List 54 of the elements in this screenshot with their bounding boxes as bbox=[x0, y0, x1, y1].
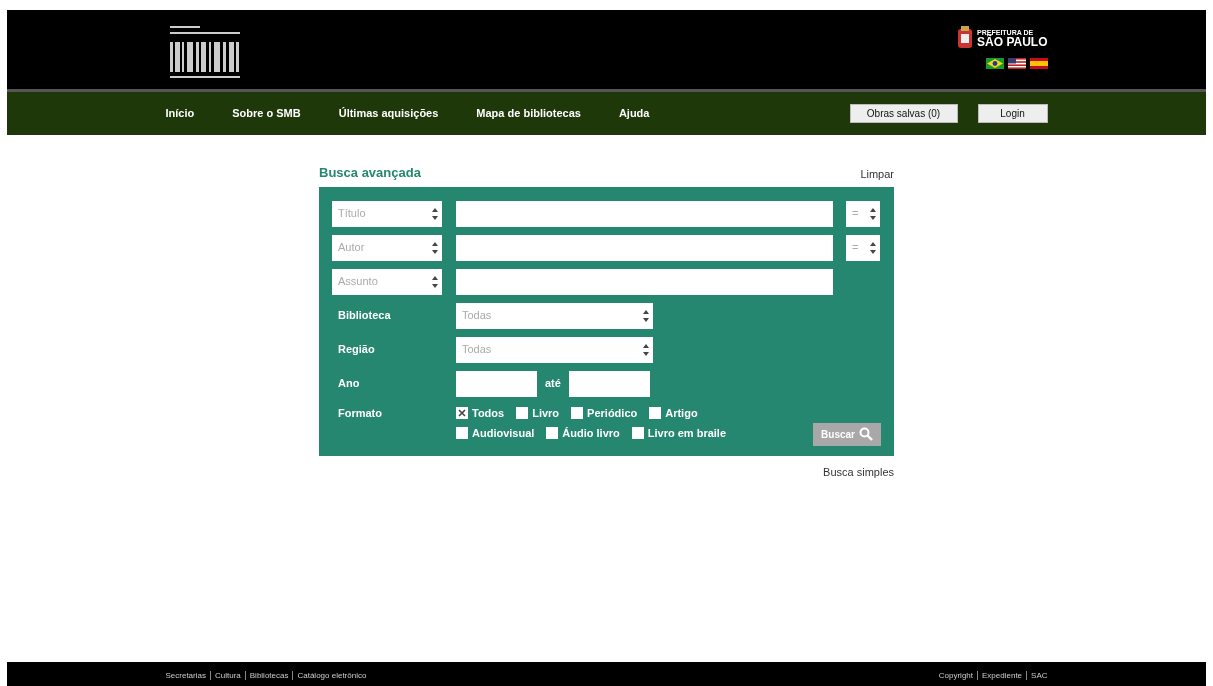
search-input[interactable] bbox=[456, 234, 833, 261]
nav-link[interactable]: Sobre o SMB bbox=[232, 105, 301, 122]
checkbox[interactable] bbox=[516, 406, 529, 419]
nav-link[interactable]: Últimas aquisições bbox=[338, 105, 439, 122]
up-down-arrows-icon bbox=[643, 342, 649, 357]
checkbox[interactable] bbox=[631, 427, 644, 440]
nav-link[interactable]: Mapa de bibliotecas bbox=[476, 105, 581, 122]
nav-link[interactable]: Ajuda bbox=[618, 105, 650, 122]
footer-link[interactable]: SAC bbox=[1026, 670, 1048, 680]
search-input[interactable] bbox=[456, 200, 833, 227]
checkbox[interactable] bbox=[571, 406, 584, 419]
up-down-arrows-icon bbox=[432, 274, 438, 289]
login-button[interactable]: Login bbox=[977, 104, 1048, 123]
usa-flag-icon[interactable] bbox=[1007, 58, 1026, 69]
up-down-arrows-icon bbox=[870, 240, 876, 255]
up-down-arrows-icon bbox=[643, 308, 649, 323]
checkbox[interactable] bbox=[456, 406, 468, 419]
up-down-arrows-icon bbox=[432, 240, 438, 255]
up-down-arrows-icon bbox=[870, 206, 876, 221]
year-separator: até bbox=[545, 376, 561, 392]
footer-link[interactable]: Secretarias bbox=[165, 670, 206, 680]
checkbox-label: Todos bbox=[472, 405, 505, 421]
checkbox-label: Artigo bbox=[665, 405, 698, 421]
footer-link[interactable]: Bibliotecas bbox=[244, 670, 289, 680]
year-label: Ano bbox=[337, 376, 361, 392]
checkbox-label: Periódico bbox=[587, 405, 638, 421]
checkbox[interactable] bbox=[546, 427, 559, 440]
checkbox-label: Audiovisual bbox=[472, 426, 535, 441]
checkbox[interactable] bbox=[456, 427, 468, 440]
nav-link[interactable]: Início bbox=[165, 105, 195, 122]
saved-works-button[interactable]: Obras salvas (0) bbox=[849, 104, 958, 123]
search-input[interactable] bbox=[456, 268, 833, 295]
coat-of-arms-icon bbox=[957, 26, 974, 50]
up-down-arrows-icon bbox=[432, 206, 438, 221]
checkbox-label: Livro em braile bbox=[647, 426, 727, 441]
form-title: Busca avançada bbox=[319, 164, 421, 182]
checkbox-label: Áudio livro bbox=[562, 426, 620, 441]
format-label: Formato bbox=[337, 405, 383, 421]
footer-link[interactable]: Copyright bbox=[938, 670, 973, 680]
year-from-input[interactable] bbox=[456, 370, 537, 397]
search-icon bbox=[859, 427, 873, 441]
clear-link[interactable]: Limpar bbox=[860, 166, 894, 183]
filter-label: Região bbox=[337, 342, 376, 358]
spain-flag-icon[interactable] bbox=[1029, 58, 1048, 69]
footer-link[interactable]: Cultura bbox=[209, 670, 241, 680]
filter-label: Biblioteca bbox=[337, 308, 392, 324]
brazil-flag-icon[interactable] bbox=[985, 58, 1004, 69]
checkbox-label: Livro bbox=[532, 405, 560, 421]
year-to-input[interactable] bbox=[568, 370, 650, 397]
simple-search-link[interactable]: Busca simples bbox=[823, 465, 894, 478]
footer-link[interactable]: Expediente bbox=[977, 670, 1023, 680]
checkbox[interactable] bbox=[649, 406, 662, 419]
footer-link[interactable]: Catálogo eletrônico bbox=[292, 670, 367, 680]
city-name: SÃO PAULO bbox=[977, 35, 1048, 48]
